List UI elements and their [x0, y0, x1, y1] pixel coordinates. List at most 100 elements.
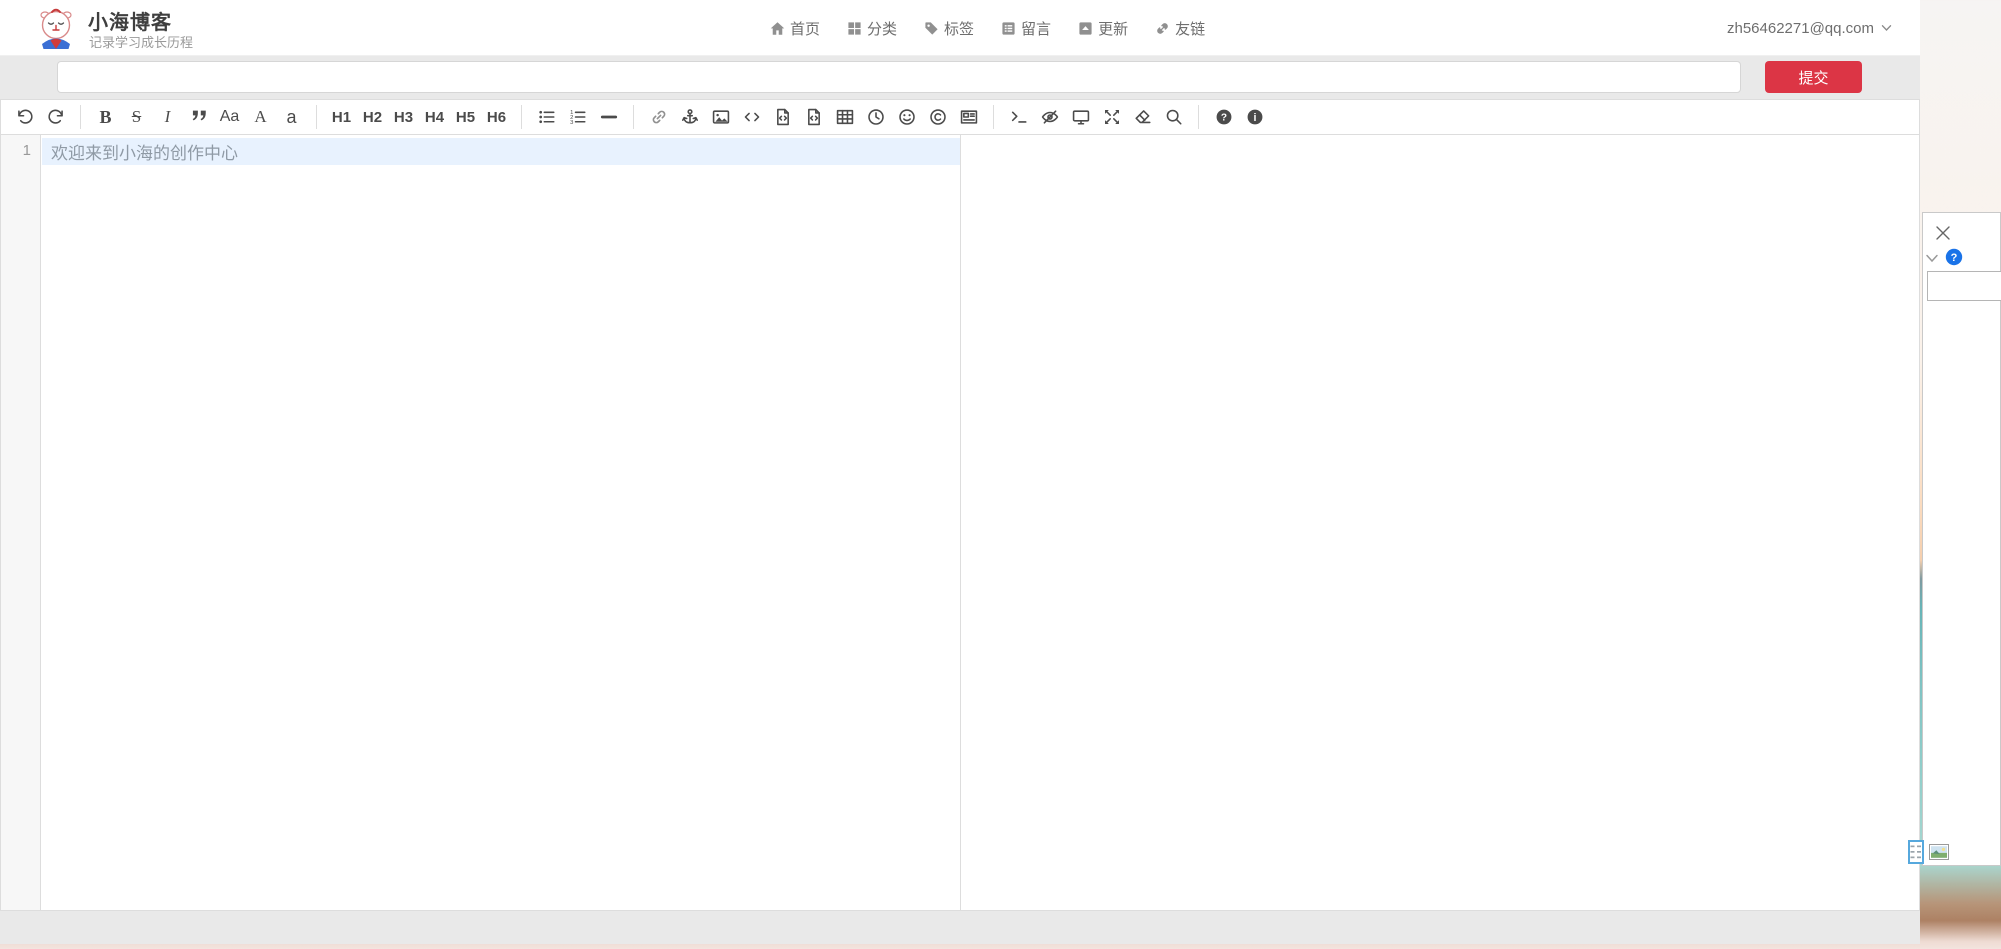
editor-placeholder-text: 欢迎来到小海的创作中心 [51, 139, 238, 164]
site-title: 小海博客 [88, 6, 172, 35]
update-icon [1078, 21, 1093, 36]
message-icon [1001, 21, 1016, 36]
preview-pane [961, 135, 1919, 910]
submit-button[interactable]: 提交 [1765, 61, 1862, 93]
help-circle-icon[interactable]: ? [1945, 248, 1963, 266]
line-number: 1 [23, 142, 31, 159]
toolbar-hr-button[interactable] [594, 103, 623, 131]
emoji-icon [898, 108, 916, 126]
toolbar-fullscreen-button[interactable] [1097, 103, 1126, 131]
anchor-icon [681, 108, 699, 126]
toolbar-h5-button[interactable]: H5 [451, 103, 480, 131]
toolbar-h2-button[interactable]: H2 [358, 103, 387, 131]
markdown-editor: BSIAaAaH1H2H3H4H5H6123?i 1 欢迎来到小海的创作中心 [0, 99, 1920, 911]
main-nav: 首页 分类 标签 留言 更新 友链 [770, 0, 1205, 56]
toolbar-info-button[interactable]: i [1240, 103, 1269, 131]
nav-item-tags[interactable]: 标签 [924, 18, 974, 39]
notes-list-icon[interactable] [1908, 840, 1924, 864]
table-icon [836, 108, 854, 126]
svg-text:i: i [1253, 112, 1256, 124]
toolbar-lowercase-button[interactable]: a [277, 103, 306, 131]
toolbar-separator [521, 105, 522, 129]
site-header: 小海博客 记录学习成长历程 首页 分类 标签 留言 更新 友链 zh56462271@qq… [0, 0, 1920, 56]
file-code-icon [774, 108, 792, 126]
toolbar-list-ol-button[interactable]: 123 [563, 103, 592, 131]
svg-text:?: ? [1951, 252, 1958, 264]
nav-item-label: 友链 [1175, 18, 1205, 39]
search-icon [1165, 108, 1183, 126]
toolbar-separator [633, 105, 634, 129]
toolbar-help-button[interactable]: ? [1209, 103, 1238, 131]
nav-item-label: 首页 [790, 18, 820, 39]
user-email: zh56462271@qq.com [1727, 20, 1874, 37]
line-number-gutter: 1 [1, 135, 41, 910]
toolbar-code-button[interactable] [737, 103, 766, 131]
toolbar-goto-line-button[interactable] [1004, 103, 1033, 131]
user-account-menu[interactable]: zh56462271@qq.com [1727, 0, 1892, 56]
image-icon [712, 108, 730, 126]
monitor-icon [1072, 108, 1090, 126]
eraser-icon [1134, 108, 1152, 126]
nav-item-home[interactable]: 首页 [770, 18, 820, 39]
toolbar-h4-button[interactable]: H4 [420, 103, 449, 131]
hr-icon [600, 108, 618, 126]
file-code2-icon [805, 108, 823, 126]
site-subtitle: 记录学习成长历程 [89, 32, 193, 51]
toolbar-code-block-button[interactable] [799, 103, 828, 131]
extension-side-panel: ? [1922, 212, 2001, 866]
code-editing-area[interactable]: 欢迎来到小海的创作中心 [42, 135, 960, 910]
toolbar-preview-button[interactable] [1066, 103, 1095, 131]
active-line[interactable]: 欢迎来到小海的创作中心 [42, 138, 960, 165]
toolbar-h3-button[interactable]: H3 [389, 103, 418, 131]
toolbar-link-button[interactable] [644, 103, 673, 131]
nav-item-label: 留言 [1021, 18, 1051, 39]
toolbar-emoji-button[interactable] [892, 103, 921, 131]
side-panel-input[interactable] [1927, 271, 2001, 301]
code-icon [743, 108, 761, 126]
chevron-down-icon [1881, 24, 1892, 32]
clock-icon [867, 108, 885, 126]
nav-item-friend-links[interactable]: 友链 [1155, 18, 1205, 39]
chevron-down-icon[interactable] [1925, 253, 1939, 263]
home-icon [770, 21, 785, 36]
undo-icon [16, 108, 34, 126]
svg-text:?: ? [1220, 113, 1226, 124]
toolbar-ucwords-button[interactable]: Aa [215, 103, 244, 131]
toolbar-italic-button[interactable]: I [153, 103, 182, 131]
toolbar-watch-button[interactable] [1035, 103, 1064, 131]
site-logo[interactable] [34, 6, 78, 50]
toolbar-table-button[interactable] [830, 103, 859, 131]
blog-app-window: 小海博客 记录学习成长历程 首页 分类 标签 留言 更新 友链 zh56462271@qq… [0, 0, 1920, 944]
toolbar-undo-button[interactable] [10, 103, 39, 131]
close-icon[interactable] [1933, 223, 1953, 243]
eye-slash-icon [1041, 108, 1059, 126]
toolbar-redo-button[interactable] [41, 103, 70, 131]
compose-row: 提交 [0, 56, 1920, 99]
toolbar-clear-button[interactable] [1128, 103, 1157, 131]
image-thumbnail-icon[interactable] [1929, 844, 1949, 860]
article-title-input[interactable] [57, 61, 1741, 93]
toolbar-h6-button[interactable]: H6 [482, 103, 511, 131]
link-icon [1155, 21, 1170, 36]
toolbar-pagebreak-button[interactable] [954, 103, 983, 131]
toolbar-quote-button[interactable] [184, 103, 213, 131]
toolbar-datetime-button[interactable] [861, 103, 890, 131]
toolbar-bold-button[interactable]: B [91, 103, 120, 131]
toolbar-anchor-button[interactable] [675, 103, 704, 131]
link-icon [650, 108, 668, 126]
toolbar-uppercase-button[interactable]: A [246, 103, 275, 131]
nav-item-updates[interactable]: 更新 [1078, 18, 1128, 39]
toolbar-separator [80, 105, 81, 129]
toolbar-separator [316, 105, 317, 129]
toolbar-preformatted-text-button[interactable] [768, 103, 797, 131]
nav-item-categories[interactable]: 分类 [847, 18, 897, 39]
nav-item-messages[interactable]: 留言 [1001, 18, 1051, 39]
toolbar-list-ul-button[interactable] [532, 103, 561, 131]
toolbar-image-button[interactable] [706, 103, 735, 131]
tag-icon [924, 21, 939, 36]
toolbar-html-entities-button[interactable] [923, 103, 952, 131]
toolbar-separator [1198, 105, 1199, 129]
toolbar-strikethrough-button[interactable]: S [122, 103, 151, 131]
toolbar-search-button[interactable] [1159, 103, 1188, 131]
toolbar-h1-button[interactable]: H1 [327, 103, 356, 131]
